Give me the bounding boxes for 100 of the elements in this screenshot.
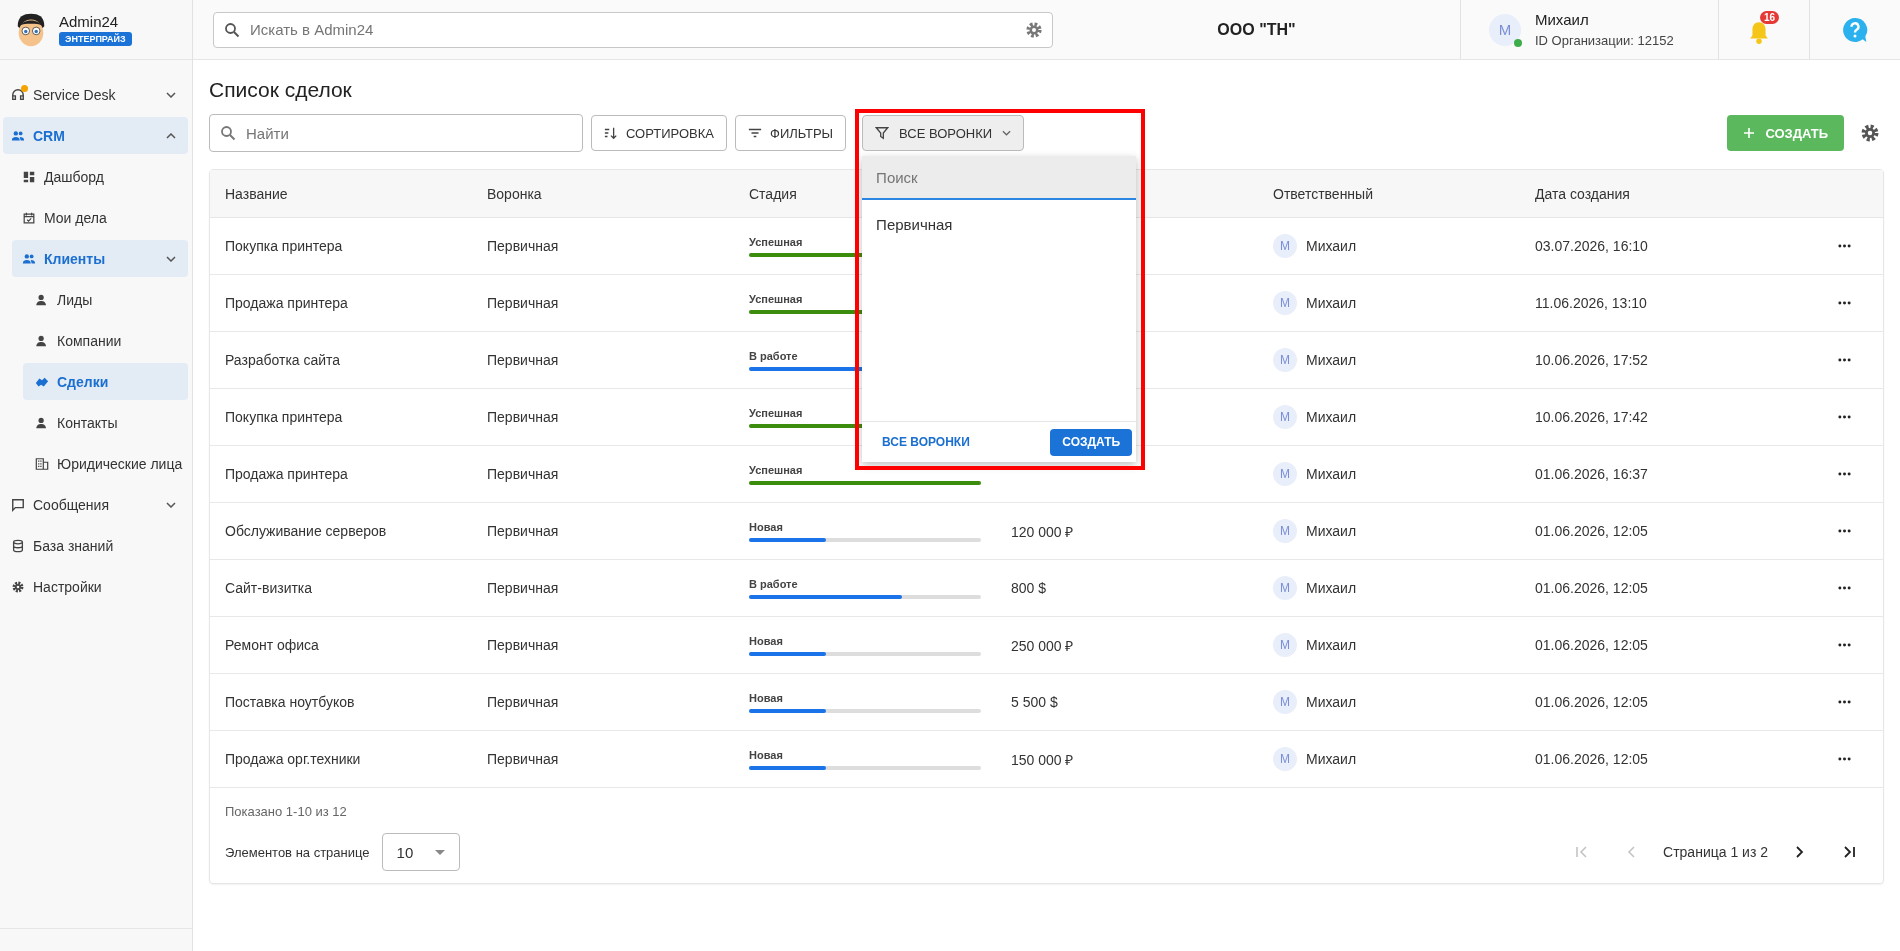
search-field[interactable]: Поиск — [862, 156, 1137, 200]
calendar-icon — [22, 210, 36, 225]
caret-icon — [434, 849, 445, 855]
user-avatar: M — [1273, 234, 1297, 258]
more-icon[interactable] — [1837, 586, 1851, 590]
stage-label: Успешная — [749, 406, 804, 419]
table-cell-text: Первичная — [487, 466, 560, 482]
column-header: Ответственный — [1273, 185, 1374, 202]
page-title: Список сделок — [209, 78, 353, 102]
table-cell-text: Первичная — [487, 751, 560, 767]
column-header: Воронка — [487, 185, 543, 202]
user-avatar: M — [1273, 576, 1297, 600]
sidebar-item[interactable]: Контакты — [23, 404, 188, 441]
chevron-icon — [166, 132, 176, 139]
table-cell: Михаил — [1306, 295, 1357, 311]
headset-icon — [11, 87, 25, 102]
table-cell-text: Покупка принтера — [225, 409, 344, 425]
table-cell-text: 11.06.2026, 13:10 — [1535, 295, 1648, 311]
filter-lines-icon — [748, 126, 762, 140]
user-avatar: M — [1273, 519, 1297, 543]
table-cell-text: 120 000 ₽ — [1011, 522, 1075, 541]
stage-label: Успешная — [749, 235, 804, 248]
more-icon[interactable] — [1837, 700, 1851, 704]
column-header: Дата создания — [1535, 185, 1631, 202]
user-avatar: M — [1273, 348, 1297, 372]
person-icon — [35, 415, 49, 430]
table-cell-text: 01.06.2026, 16:37 — [1535, 466, 1649, 482]
more-icon[interactable] — [1837, 301, 1851, 305]
person-icon — [35, 333, 49, 348]
settings-icon[interactable] — [1025, 20, 1043, 39]
sidebar-item[interactable]: Сделки — [23, 363, 188, 400]
sidebar-item[interactable]: Мои дела — [12, 199, 188, 236]
table-cell: Михаил — [1306, 466, 1357, 482]
stage-label: В работе — [749, 577, 799, 590]
organization-name: ООО "ТН" — [1216, 20, 1297, 39]
table-cell-text: Первичная — [487, 694, 560, 710]
table-cell: Михаил — [1306, 580, 1357, 596]
more-icon[interactable] — [1837, 244, 1851, 248]
page-size-select[interactable]: 10 — [381, 833, 460, 871]
edition-badge: ЭНТЕРПРАЙЗ — [59, 32, 132, 46]
person-icon — [35, 292, 49, 307]
sidebar-item[interactable]: Лиды — [23, 281, 188, 318]
more-icon[interactable] — [1837, 358, 1851, 362]
all-funnels-link[interactable]: ВСЕ ВОРОНКИ — [882, 435, 970, 449]
sidebar-item[interactable]: Дашборд — [12, 158, 188, 195]
sidebar-item[interactable]: Сообщения — [3, 486, 188, 523]
plus-icon — [1743, 127, 1756, 139]
more-icon[interactable] — [1837, 529, 1851, 533]
table-cell-text: Сайт-визитка — [225, 580, 314, 596]
stage-label: Новая — [749, 748, 784, 761]
table-cell-text: Продажа принтера — [225, 295, 349, 311]
table-cell-text: Первичная — [487, 580, 560, 596]
stage-label: Новая — [749, 634, 784, 647]
last-page-icon[interactable] — [1842, 845, 1856, 859]
table-cell-text: Ремонт офиса — [225, 637, 320, 653]
table-cell-text: Первичная — [487, 295, 560, 311]
table-cell-text: 01.06.2026, 12:05 — [1535, 751, 1649, 767]
more-icon[interactable] — [1837, 757, 1851, 761]
settings-icon[interactable] — [1860, 123, 1880, 143]
notification-count: 16 — [1760, 11, 1780, 24]
column-header: Стадия — [749, 185, 798, 202]
sidebar-item[interactable]: Настройки — [3, 568, 188, 605]
table-cell-text: Первичная — [487, 409, 560, 425]
search-field[interactable]: Найти — [209, 114, 583, 152]
table-cell-text: 03.07.2026, 16:10 — [1535, 238, 1649, 254]
more-icon[interactable] — [1837, 472, 1851, 476]
user-name: Михаил — [1535, 11, 1590, 28]
chevron-icon — [166, 255, 176, 262]
organization-id: ID Организации: 12152 — [1535, 33, 1674, 48]
user-avatar: M — [1273, 405, 1297, 429]
table-cell-text: Продажа орг.техники — [225, 751, 362, 767]
stage-label: Новая — [749, 520, 784, 533]
dropdown-option[interactable]: Первичная — [862, 210, 1137, 239]
user-avatar: M — [1273, 747, 1297, 771]
page-indicator: Страница 1 из 2 — [1663, 844, 1768, 860]
search-field[interactable]: Искать в Admin24 — [213, 11, 1053, 48]
stage-label: В работе — [749, 349, 799, 362]
table-cell-text: Первичная — [487, 352, 560, 368]
funnel-icon — [875, 126, 890, 140]
notifications-button[interactable]: 16 — [1744, 11, 1784, 48]
sidebar-item[interactable]: Клиенты — [12, 240, 188, 277]
sidebar-item[interactable]: Юридические лица — [23, 445, 188, 482]
create-button[interactable]: СОЗДАТЬ — [1050, 428, 1133, 456]
sidebar-item[interactable]: База знаний — [3, 527, 188, 564]
table-cell-text: 01.06.2026, 12:05 — [1535, 580, 1649, 596]
more-icon[interactable] — [1837, 415, 1851, 419]
more-icon[interactable] — [1837, 643, 1851, 647]
table-cell-text: 150 000 ₽ — [1011, 750, 1075, 769]
funnel-dropdown-button[interactable]: ВСЕ ВОРОНКИ — [862, 115, 1025, 151]
search-icon — [220, 125, 236, 141]
sort-button[interactable]: СОРТИРОВКА — [591, 115, 727, 151]
sidebar-item[interactable]: Компании — [23, 322, 188, 359]
table-cell-text: Первичная — [487, 637, 560, 653]
table-cell-text: Продажа принтера — [225, 466, 349, 482]
sidebar-item[interactable]: CRM — [3, 117, 188, 154]
sidebar-item[interactable]: Service Desk — [3, 76, 188, 113]
stage-label: Успешная — [749, 292, 804, 305]
table-cell-text: Поставка ноутбуков — [225, 694, 356, 710]
filters-button[interactable]: ФИЛЬТРЫ — [735, 115, 847, 151]
table-cell: Михаил — [1306, 694, 1357, 710]
